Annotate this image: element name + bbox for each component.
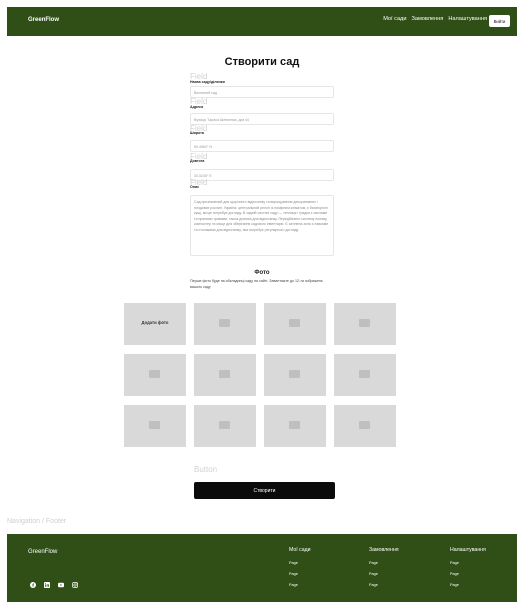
latitude-label: Широта: [190, 131, 204, 135]
footer-column-title: Налаштування: [450, 547, 486, 553]
footer-brand[interactable]: GreenFlow: [28, 549, 57, 555]
image-placeholder-icon: [289, 370, 300, 378]
photo-slot[interactable]: [194, 354, 256, 396]
footer-ghost-label: Navigation / Footer: [7, 518, 67, 525]
top-navbar: GreenFlow Мої сади Замовлення Налаштуван…: [7, 7, 517, 36]
logout-button[interactable]: Вийти: [489, 15, 510, 27]
photo-slot[interactable]: [264, 303, 326, 345]
page-title: Створити сад: [224, 56, 300, 68]
footer-link[interactable]: Page: [289, 583, 311, 594]
add-photo-tile[interactable]: Додати фото: [124, 303, 186, 345]
image-placeholder-icon: [359, 370, 370, 378]
youtube-icon[interactable]: [58, 582, 64, 588]
footer-link[interactable]: Page: [369, 572, 399, 583]
footer-column-title: Мої сади: [289, 547, 311, 553]
page: GreenFlow Мої сади Замовлення Налаштуван…: [7, 7, 517, 603]
description-textarea[interactable]: Сад призначений для щорічного відпочинку…: [190, 195, 334, 256]
footer-column-orders: Замовлення Page Page Page: [369, 547, 399, 594]
nav-settings[interactable]: Налаштування: [448, 16, 487, 22]
photo-slot[interactable]: [334, 303, 396, 345]
photo-slot[interactable]: [334, 354, 396, 396]
longitude-label: Довгота: [190, 159, 205, 163]
image-placeholder-icon: [359, 421, 370, 429]
garden-name-input[interactable]: Весняний сад: [190, 86, 334, 98]
address-label: Адреса: [190, 105, 204, 109]
name-label: Назва саду/ділянки: [190, 80, 225, 84]
footer-link[interactable]: Page: [369, 583, 399, 594]
footer: GreenFlow Мої сади Page Page Page Замовл…: [7, 534, 517, 602]
linkedin-icon[interactable]: [44, 582, 50, 588]
longitude-input[interactable]: 30.5245° E: [190, 169, 334, 181]
facebook-icon[interactable]: [30, 582, 36, 588]
social-links: [30, 582, 78, 588]
add-photo-label: Додати фото: [141, 320, 169, 325]
footer-link[interactable]: Page: [450, 561, 486, 572]
photos-title: Фото: [254, 270, 270, 276]
photo-slot[interactable]: [124, 354, 186, 396]
brand-logo[interactable]: GreenFlow: [28, 17, 59, 23]
photo-slot[interactable]: [194, 405, 256, 447]
create-button[interactable]: Створити: [194, 482, 335, 499]
image-placeholder-icon: [219, 319, 230, 327]
footer-link[interactable]: Page: [450, 583, 486, 594]
image-placeholder-icon: [219, 421, 230, 429]
footer-link[interactable]: Page: [369, 561, 399, 572]
image-placeholder-icon: [289, 319, 300, 327]
nav-my-gardens[interactable]: Мої сади: [383, 16, 406, 22]
button-ghost-label: Button: [194, 465, 218, 474]
address-input[interactable]: Вулиця Тараса Шевченка, дім 44: [190, 113, 334, 125]
photo-slot[interactable]: [264, 405, 326, 447]
photo-slot[interactable]: [194, 303, 256, 345]
photo-slot[interactable]: [264, 354, 326, 396]
image-placeholder-icon: [149, 421, 160, 429]
footer-column-title: Замовлення: [369, 547, 399, 553]
photo-slot[interactable]: [124, 405, 186, 447]
footer-column-settings: Налаштування Page Page Page: [450, 547, 486, 594]
image-placeholder-icon: [359, 319, 370, 327]
image-placeholder-icon: [149, 370, 160, 378]
main-nav: Мої сади Замовлення Налаштування: [383, 16, 487, 22]
nav-orders[interactable]: Замовлення: [411, 16, 443, 22]
footer-link[interactable]: Page: [450, 572, 486, 583]
image-placeholder-icon: [219, 370, 230, 378]
footer-column-gardens: Мої сади Page Page Page: [289, 547, 311, 594]
photos-description: Перше фото буде на обкладинці саду на са…: [190, 279, 323, 289]
photo-slot[interactable]: [334, 405, 396, 447]
instagram-icon[interactable]: [72, 582, 78, 588]
footer-link[interactable]: Page: [289, 561, 311, 572]
footer-link[interactable]: Page: [289, 572, 311, 583]
latitude-input[interactable]: 50.4564° N: [190, 140, 334, 152]
image-placeholder-icon: [289, 421, 300, 429]
description-label: Опис: [190, 185, 200, 189]
